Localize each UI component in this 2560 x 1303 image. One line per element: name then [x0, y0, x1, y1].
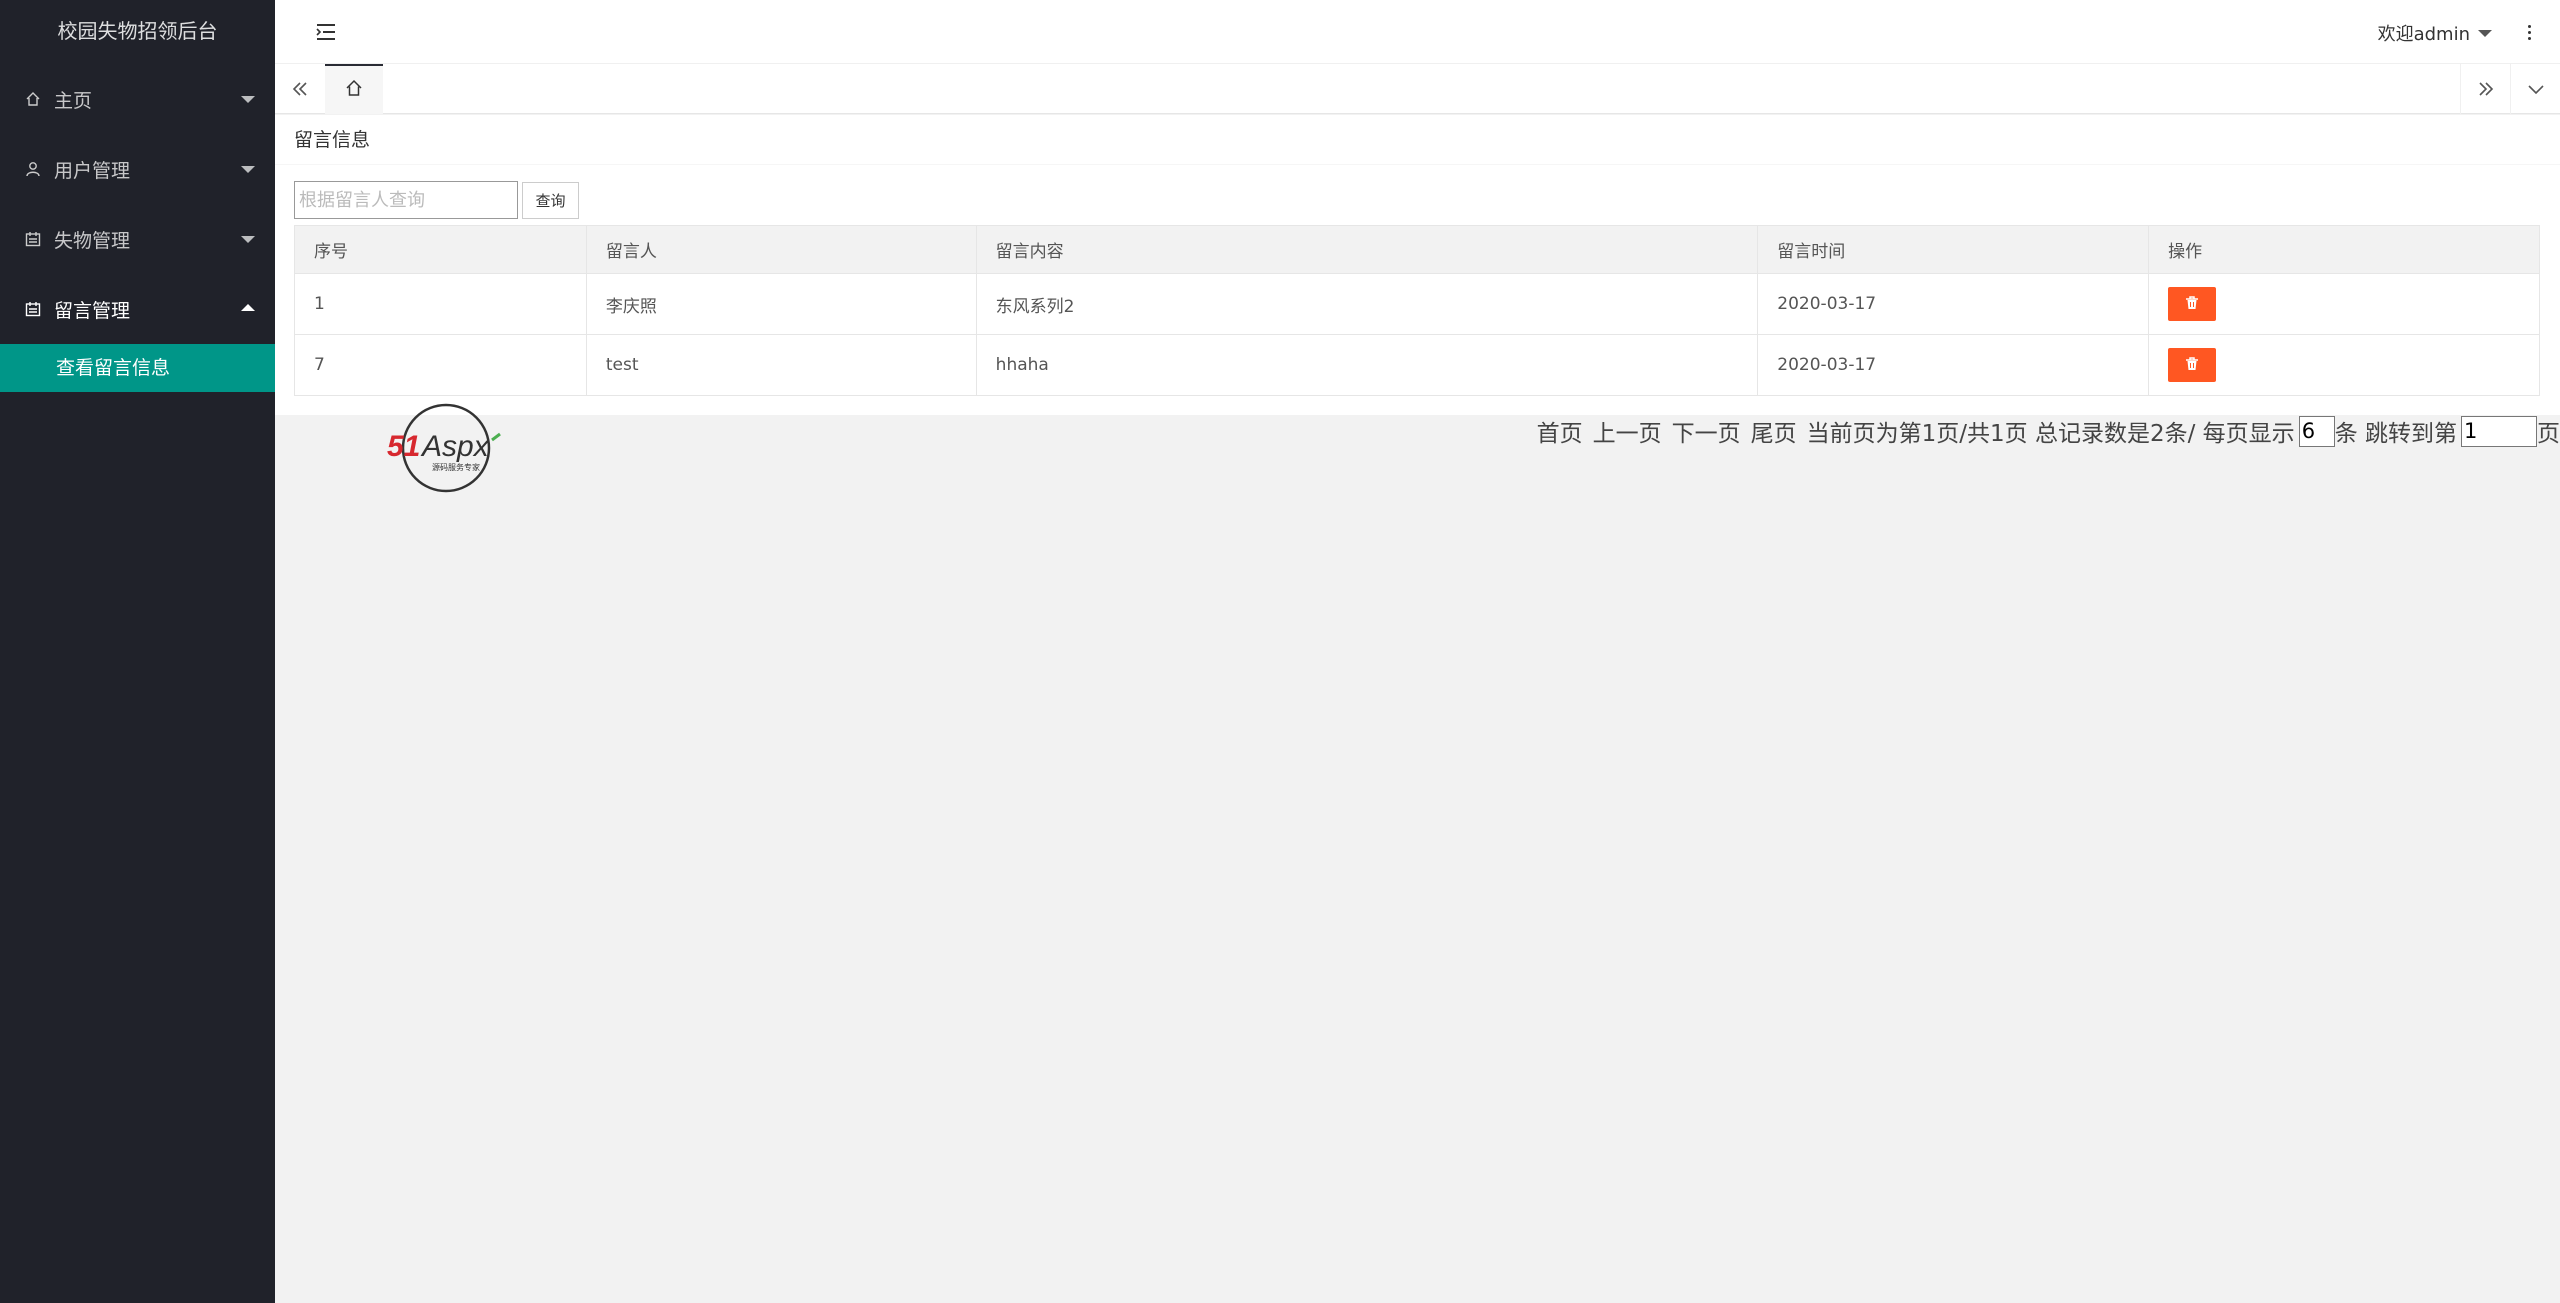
first-page-link[interactable]: 首页: [1537, 414, 1583, 448]
trash-icon: [2185, 356, 2199, 374]
sidebar-item-users[interactable]: 用户管理: [0, 134, 275, 204]
cell-id: 7: [294, 334, 587, 396]
table-row: 7 test hhaha 2020-03-17: [294, 334, 2540, 396]
cell-actions: [2148, 334, 2540, 396]
chevron-down-icon: [241, 166, 255, 173]
table-header-row: 序号 留言人 留言内容 留言时间 操作: [294, 225, 2540, 274]
calendar-icon: [24, 230, 42, 248]
cell-content: 东风系列2: [975, 273, 1759, 335]
user-icon: [24, 160, 42, 178]
chevron-up-icon: [241, 304, 255, 311]
delete-button[interactable]: [2168, 287, 2217, 321]
sidebar-subitem-view-messages[interactable]: 查看留言信息: [0, 344, 275, 392]
main-content: 留言信息 查询 序号 留言人 留言内容 留言时间 操作 1 李庆照 东风系列2 …: [275, 115, 2560, 415]
chevron-down-icon: [241, 96, 255, 103]
calendar-icon: [24, 300, 42, 318]
sidebar-item-messages[interactable]: 留言管理: [0, 274, 275, 344]
sidebar-submenu: 查看留言信息: [0, 344, 275, 392]
sidebar-item-home[interactable]: 主页: [0, 64, 275, 134]
jump-page-input[interactable]: [2461, 415, 2537, 447]
top-header: 欢迎admin: [275, 0, 2560, 64]
jump-page-unit: 页: [2537, 421, 2560, 447]
search-button[interactable]: 查询: [522, 181, 579, 219]
chevron-down-icon: [2478, 29, 2492, 37]
sidebar-item-label: 主页: [54, 89, 93, 112]
last-page-link[interactable]: 尾页: [1751, 414, 1797, 448]
sidebar-item-label: 用户管理: [54, 159, 131, 182]
tabs-scroll-left-icon[interactable]: [275, 64, 325, 114]
sidebar-item-lost-items[interactable]: 失物管理: [0, 204, 275, 274]
search-input[interactable]: [294, 181, 518, 219]
51aspx-watermark-logo: 51 Aspx 源码服务专家: [384, 400, 514, 496]
tabs-bar: [275, 64, 2560, 114]
cell-id: 1: [294, 273, 587, 335]
delete-button[interactable]: [2168, 348, 2217, 382]
pagination: 首页 上一页 下一页 尾页 当前页为第1页/共1页 总记录数是2条/ 每页显示 …: [1537, 414, 2560, 448]
table-row: 1 李庆照 东风系列2 2020-03-17: [294, 273, 2540, 335]
cell-time: 2020-03-17: [1757, 334, 2150, 396]
cell-actions: [2148, 273, 2540, 335]
column-header: 留言内容: [975, 225, 1759, 274]
svg-text:源码服务专家: 源码服务专家: [432, 462, 480, 472]
sidebar-item-label: 留言管理: [54, 299, 131, 322]
home-icon: [24, 90, 42, 108]
sidebar-item-label: 失物管理: [54, 229, 131, 252]
page-size-input[interactable]: [2298, 415, 2335, 447]
chevron-down-icon: [241, 236, 255, 243]
menu-collapse-icon[interactable]: [313, 20, 339, 44]
svg-text:Aspx: Aspx: [420, 430, 490, 463]
sidebar: 校园失物招领后台 主页 用户管理 失物管理 留言管理 查看留言信息: [0, 0, 275, 1303]
page-title: 留言信息: [275, 115, 2560, 165]
column-header: 留言人: [585, 225, 977, 274]
svg-text:51: 51: [387, 430, 420, 463]
next-page-link[interactable]: 下一页: [1672, 414, 1741, 448]
search-bar: 查询: [294, 181, 579, 219]
cell-author: 李庆照: [585, 273, 977, 335]
user-menu[interactable]: 欢迎admin: [2378, 20, 2492, 46]
column-header: 操作: [2148, 225, 2540, 274]
user-greeting: 欢迎admin: [2377, 24, 2470, 45]
tab-home[interactable]: [325, 64, 383, 114]
messages-table: 序号 留言人 留言内容 留言时间 操作 1 李庆照 东风系列2 2020-03-…: [294, 225, 2540, 396]
tabs-scroll-right-icon[interactable]: [2460, 64, 2510, 114]
cell-author: test: [585, 334, 977, 396]
prev-page-link[interactable]: 上一页: [1593, 414, 1662, 448]
app-title: 校园失物招领后台: [57, 19, 218, 43]
cell-time: 2020-03-17: [1757, 273, 2150, 335]
trash-icon: [2185, 295, 2199, 313]
page-size-unit: 条 跳转到第: [2334, 421, 2457, 447]
home-icon: [345, 79, 363, 101]
page-status-text: 当前页为第1页/共1页 总记录数是2条/ 每页显示: [1806, 421, 2295, 447]
cell-content: hhaha: [975, 334, 1759, 396]
column-header: 序号: [294, 225, 587, 274]
tabs-options-chevron-down-icon[interactable]: [2510, 64, 2560, 114]
column-header: 留言时间: [1757, 225, 2150, 274]
more-vertical-icon[interactable]: [2524, 20, 2534, 44]
